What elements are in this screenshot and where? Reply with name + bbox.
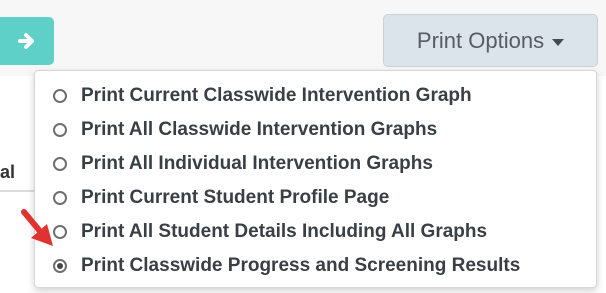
menu-item-label: Print All Classwide Intervention Graphs [81,119,438,140]
menu-item-classwide-progress-screening[interactable]: Print Classwide Progress and Screening R… [35,249,596,283]
print-options-menu: Print Current Classwide Intervention Gra… [34,70,597,288]
print-options-screen: Print Options al Print Current Classwide… [0,0,606,293]
menu-item-label: Print Current Classwide Intervention Gra… [81,85,472,106]
divider [0,190,38,192]
radio-button[interactable] [53,89,67,103]
menu-item-all-student-details[interactable]: Print All Student Details Including All … [35,215,596,249]
menu-item-current-classwide-graph[interactable]: Print Current Classwide Intervention Gra… [35,79,596,113]
radio-button[interactable] [53,157,67,171]
caret-down-icon [552,38,565,46]
menu-item-all-classwide-graphs[interactable]: Print All Classwide Intervention Graphs [35,113,596,147]
radio-button-selected[interactable] [53,259,67,273]
next-button[interactable] [0,17,54,65]
print-options-button[interactable]: Print Options [383,14,598,67]
menu-item-label: Print Classwide Progress and Screening R… [81,255,521,276]
radio-button[interactable] [53,123,67,137]
menu-item-label: Print All Student Details Including All … [81,221,488,242]
menu-item-label: Print All Individual Intervention Graphs [81,153,433,174]
menu-item-all-individual-graphs[interactable]: Print All Individual Intervention Graphs [35,147,596,181]
arrow-right-icon [18,33,34,49]
menu-item-current-student-profile[interactable]: Print Current Student Profile Page [35,181,596,215]
print-options-label: Print Options [416,27,545,53]
radio-button[interactable] [53,191,67,205]
clipped-text: al [0,162,16,182]
menu-item-label: Print Current Student Profile Page [81,187,390,208]
radio-button[interactable] [53,225,67,239]
